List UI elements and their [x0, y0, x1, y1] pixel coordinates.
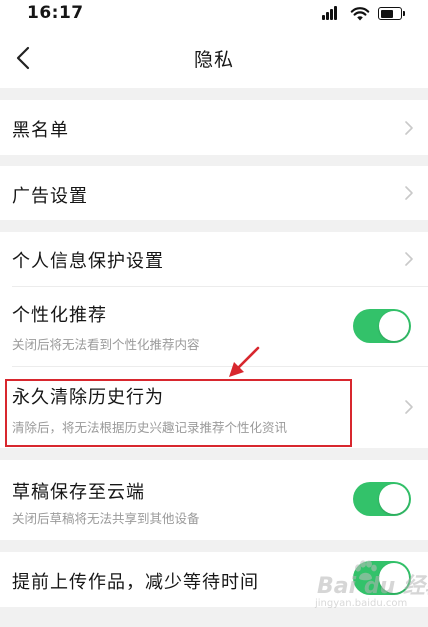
- nav-bar: 隐私: [0, 28, 428, 88]
- toggle-knob: [379, 484, 409, 514]
- preupload-label: 提前上传作品，减少等待时间: [12, 572, 259, 593]
- section-blacklist: 黑名单: [0, 100, 428, 155]
- status-bar: 16:17: [0, 0, 428, 28]
- personalized-recommend-description: 关闭后将无法看到个性化推荐内容: [12, 337, 200, 352]
- ad-settings-row[interactable]: 广告设置: [0, 166, 428, 220]
- personalized-recommend-toggle[interactable]: [353, 309, 411, 343]
- personalized-recommend-row: 个性化推荐 关闭后将无法看到个性化推荐内容: [0, 287, 428, 366]
- chevron-right-icon: [405, 252, 413, 266]
- blacklist-label: 黑名单: [12, 120, 69, 141]
- blacklist-row[interactable]: 黑名单: [0, 100, 428, 155]
- toggle-knob: [379, 311, 409, 341]
- baidu-jingyan-watermark: Bai du 经验 jingyan.baidu.com: [305, 560, 428, 616]
- draft-cloud-label: 草稿保存至云端: [12, 482, 145, 503]
- ad-settings-label: 广告设置: [12, 186, 88, 207]
- chevron-right-icon: [405, 121, 413, 135]
- battery-icon: [378, 7, 405, 20]
- page-title: 隐私: [193, 49, 234, 71]
- wifi-icon: [350, 7, 370, 21]
- draft-cloud-description: 关闭后草稿将无法共享到其他设备: [12, 511, 200, 526]
- draft-cloud-row: 草稿保存至云端 关闭后草稿将无法共享到其他设备: [0, 460, 428, 540]
- section-draft-cloud: 草稿保存至云端 关闭后草稿将无法共享到其他设备: [0, 460, 428, 540]
- personalized-recommend-label: 个性化推荐: [12, 305, 107, 326]
- chevron-right-icon: [405, 400, 413, 414]
- watermark-logo-text: Bai du 经验: [317, 574, 428, 599]
- cellular-signal-icon: [322, 6, 340, 22]
- chevron-right-icon: [405, 186, 413, 200]
- draft-cloud-toggle[interactable]: [353, 482, 411, 516]
- annotation-highlight-box: [5, 379, 352, 447]
- status-time: 16:17: [27, 3, 84, 23]
- section-ad-settings: 广告设置: [0, 166, 428, 220]
- annotation-arrow-icon: [229, 346, 260, 377]
- personal-info-label: 个人信息保护设置: [12, 251, 164, 272]
- watermark-url: jingyan.baidu.com: [315, 598, 408, 609]
- personal-info-row[interactable]: 个人信息保护设置: [0, 232, 428, 286]
